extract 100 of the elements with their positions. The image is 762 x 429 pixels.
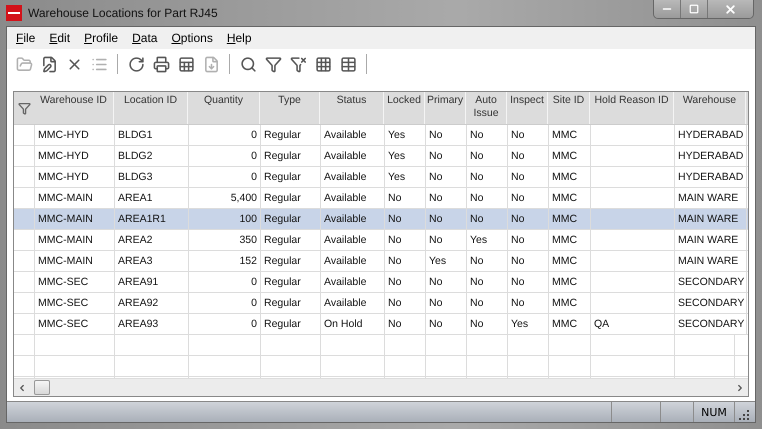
- column-header[interactable]: Status: [320, 92, 384, 124]
- column-header[interactable]: Primary: [425, 92, 466, 124]
- table-cell: No: [385, 314, 426, 334]
- table-cell: MMC-SEC: [35, 272, 115, 292]
- filter-icon[interactable]: [264, 55, 282, 73]
- menu-item[interactable]: Data: [127, 31, 166, 45]
- clear-filter-icon[interactable]: [289, 55, 307, 73]
- table-cell: No: [426, 293, 467, 313]
- table-cell: Yes: [385, 125, 426, 145]
- table-cell: MMC-MAIN: [35, 251, 115, 271]
- table-cell: Yes: [426, 251, 467, 271]
- table-cell: No: [426, 146, 467, 166]
- table-cell: AREA93: [115, 314, 189, 334]
- column-header[interactable]: Inspect: [507, 92, 548, 124]
- table-row[interactable]: MMC-HYD BLDG2 0 Regular Available Yes No No No MMC HYDERABAD: [14, 146, 748, 167]
- table-cell: MMC: [549, 146, 591, 166]
- grid-icon[interactable]: [314, 55, 332, 73]
- table-cell: No: [426, 314, 467, 334]
- filter-icon[interactable]: [18, 102, 30, 114]
- table-row[interactable]: MMC-SEC AREA91 0 Regular Available No No No No MMC SECONDARY: [14, 272, 748, 293]
- scrollbar-thumb[interactable]: [34, 380, 50, 395]
- table-cell: No: [508, 293, 549, 313]
- close-icon: [724, 2, 737, 16]
- table-cell: SECONDARY: [675, 272, 747, 292]
- table-row[interactable]: MMC-MAIN AREA1R1 100 Regular Available No No No No MMC MAIN WARE: [14, 209, 748, 230]
- table-cell: Regular: [261, 167, 321, 187]
- table-cell: MMC-MAIN: [35, 209, 115, 229]
- spreadsheet-icon[interactable]: [177, 55, 195, 73]
- resize-grip-icon[interactable]: [739, 410, 749, 420]
- table-row[interactable]: MMC-HYD BLDG1 0 Regular Available Yes No No No MMC HYDERABAD: [14, 125, 748, 146]
- app-logo-icon: [6, 5, 22, 21]
- table-cell: MMC-HYD: [35, 146, 115, 166]
- column-header[interactable]: Location ID: [114, 92, 188, 124]
- table-cell: No: [508, 146, 549, 166]
- table-cell: 0: [189, 125, 261, 145]
- column-header[interactable]: Type: [260, 92, 320, 124]
- refresh-icon[interactable]: [127, 55, 145, 73]
- table-cell: Available: [321, 251, 385, 271]
- table-row[interactable]: MMC-MAIN AREA1 5,400 Regular Available No No No No MMC MAIN WARE: [14, 188, 748, 209]
- edit-document-icon[interactable]: [40, 55, 58, 73]
- table-cell: 152: [189, 251, 261, 271]
- table-cell: 0: [189, 272, 261, 292]
- maximize-icon: [689, 4, 699, 14]
- table-cell: No: [385, 272, 426, 292]
- table-row[interactable]: MMC-MAIN AREA3 152 Regular Available No Yes No No MMC MAIN WARE: [14, 251, 748, 272]
- printer-icon[interactable]: [152, 55, 170, 73]
- search-icon[interactable]: [239, 55, 257, 73]
- table-cell: No: [467, 272, 508, 292]
- table-cell: No: [426, 188, 467, 208]
- column-header[interactable]: Locked: [384, 92, 425, 124]
- table-cell: No: [467, 125, 508, 145]
- menu-item[interactable]: Profile: [79, 31, 128, 45]
- menu-item[interactable]: File: [11, 31, 44, 45]
- table-row[interactable]: MMC-MAIN AREA2 350 Regular Available No No Yes No MMC MAIN WARE: [14, 230, 748, 251]
- table-cell: MMC: [549, 230, 591, 250]
- table-cell: MAIN WARE: [675, 230, 747, 250]
- table-cell: MMC: [549, 272, 591, 292]
- table-cell: 0: [189, 293, 261, 313]
- table-cell: No: [508, 188, 549, 208]
- close-button[interactable]: [707, 0, 753, 18]
- column-header[interactable]: Quantity: [188, 92, 260, 124]
- table-cell: Regular: [261, 314, 321, 334]
- table-cell: No: [467, 167, 508, 187]
- table-cell: No: [467, 146, 508, 166]
- table-cell: BLDG1: [115, 125, 189, 145]
- column-header[interactable]: Hold Reason ID: [590, 92, 674, 124]
- menu-item[interactable]: Edit: [44, 31, 80, 45]
- table-cell: MMC-SEC: [35, 314, 115, 334]
- table-cell: No: [467, 188, 508, 208]
- table-cell: No: [426, 167, 467, 187]
- table-cell: No: [426, 272, 467, 292]
- table-cell: Available: [321, 272, 385, 292]
- menu-item[interactable]: Options: [166, 31, 222, 45]
- column-header[interactable]: Auto Issue: [466, 92, 507, 124]
- table-cell: Regular: [261, 272, 321, 292]
- table-cell: MMC-MAIN: [35, 188, 115, 208]
- menu-item[interactable]: Help: [222, 31, 261, 45]
- table-cell: SECONDARY: [675, 293, 747, 313]
- table-row[interactable]: MMC-SEC AREA93 0 Regular On Hold No No No Yes MMC QA SECONDARY: [14, 314, 748, 335]
- table-cell: BLDG2: [115, 146, 189, 166]
- window-title: Warehouse Locations for Part RJ45: [28, 6, 219, 20]
- table-cell: Yes: [508, 314, 549, 334]
- table-cell: No: [467, 209, 508, 229]
- table-cell: No: [467, 314, 508, 334]
- column-header[interactable]: Warehouse: [674, 92, 746, 124]
- table-cell: On Hold: [321, 314, 385, 334]
- column-header[interactable]: Site ID: [548, 92, 590, 124]
- table-cell: Regular: [261, 125, 321, 145]
- table-cell: No: [426, 209, 467, 229]
- table-cell: 5,400: [189, 188, 261, 208]
- table-icon[interactable]: [339, 55, 357, 73]
- table-cell: HYDERABAD: [675, 146, 747, 166]
- table-row[interactable]: MMC-HYD BLDG3 0 Regular Available Yes No No No MMC HYDERABAD: [14, 167, 748, 188]
- table-cell: MMC: [549, 125, 591, 145]
- table-cell: Available: [321, 293, 385, 313]
- table-cell: QA: [591, 314, 675, 334]
- maximize-button[interactable]: [680, 0, 707, 18]
- table-row[interactable]: MMC-SEC AREA92 0 Regular Available No No No No MMC SECONDARY: [14, 293, 748, 314]
- column-header[interactable]: Warehouse ID: [34, 92, 114, 124]
- table-cell: AREA1R1: [115, 209, 189, 229]
